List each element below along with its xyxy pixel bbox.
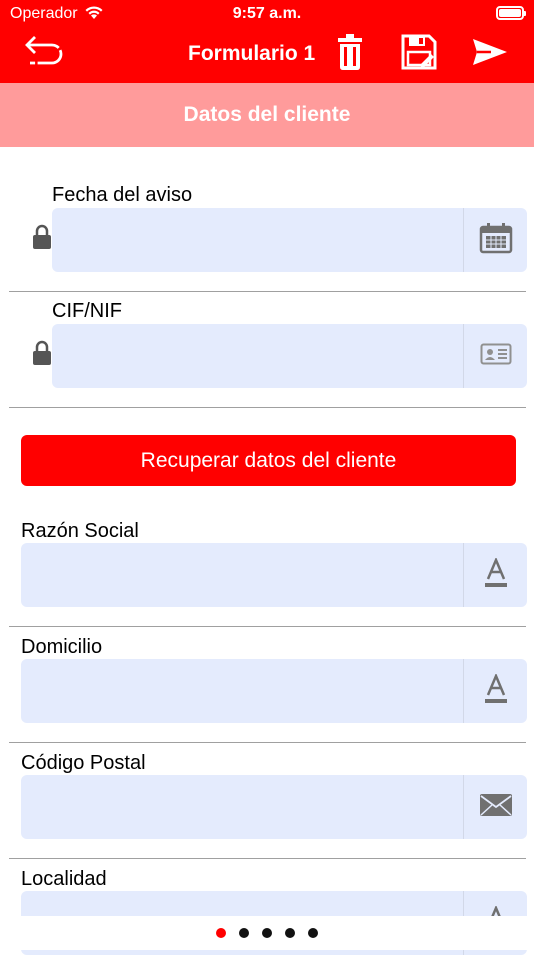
separator bbox=[9, 742, 526, 743]
separator bbox=[9, 291, 526, 292]
calendar-icon bbox=[479, 222, 513, 259]
section-header: Datos del cliente bbox=[0, 83, 534, 147]
top-bar: Operador 9:57 a.m. Formulario 1 bbox=[0, 0, 534, 83]
page-dot[interactable] bbox=[239, 928, 249, 938]
postal-code-button[interactable] bbox=[463, 775, 527, 839]
page-indicator[interactable] bbox=[0, 928, 534, 938]
lock-icon bbox=[32, 224, 52, 255]
save-icon bbox=[401, 34, 437, 75]
localidad-label: Localidad bbox=[21, 868, 107, 890]
cif-label: CIF/NIF bbox=[52, 300, 122, 322]
text-format-icon bbox=[484, 556, 508, 593]
envelope-icon bbox=[479, 793, 513, 822]
lock-icon bbox=[32, 340, 52, 371]
save-button[interactable] bbox=[397, 34, 441, 74]
separator bbox=[9, 858, 526, 859]
date-picker-button[interactable] bbox=[463, 208, 527, 272]
page-dot[interactable] bbox=[285, 928, 295, 938]
trash-icon bbox=[335, 33, 365, 76]
page-dot[interactable] bbox=[216, 928, 226, 938]
page-dot[interactable] bbox=[308, 928, 318, 938]
separator bbox=[9, 626, 526, 627]
fecha-label: Fecha del aviso bbox=[52, 184, 193, 206]
delete-button[interactable] bbox=[328, 33, 372, 76]
domicilio-input[interactable] bbox=[21, 659, 464, 723]
back-icon bbox=[22, 34, 66, 75]
page-title: Formulario 1 bbox=[188, 42, 316, 65]
text-format-button[interactable] bbox=[463, 543, 527, 607]
navbar: Formulario 1 bbox=[0, 28, 534, 83]
clock: 9:57 a.m. bbox=[232, 5, 302, 22]
send-button[interactable] bbox=[468, 34, 512, 74]
text-format-icon bbox=[484, 672, 508, 709]
id-card-button[interactable] bbox=[463, 324, 527, 388]
razon-social-input[interactable] bbox=[21, 543, 464, 607]
recuperar-datos-label: Recuperar datos del cliente bbox=[140, 448, 397, 472]
id-card-icon bbox=[480, 343, 512, 370]
page-dot[interactable] bbox=[262, 928, 272, 938]
status-bar: Operador 9:57 a.m. bbox=[0, 0, 534, 28]
text-format-button[interactable] bbox=[463, 659, 527, 723]
codigo-postal-label: Código Postal bbox=[21, 752, 146, 774]
section-title: Datos del cliente bbox=[183, 103, 351, 126]
send-icon bbox=[471, 37, 509, 72]
recuperar-datos-button[interactable]: Recuperar datos del cliente bbox=[21, 435, 516, 486]
codigo-postal-input[interactable] bbox=[21, 775, 464, 839]
fecha-input[interactable] bbox=[52, 208, 464, 272]
separator bbox=[9, 407, 526, 408]
domicilio-label: Domicilio bbox=[21, 636, 103, 658]
razon-social-label: Razón Social bbox=[21, 520, 139, 542]
cif-input[interactable] bbox=[52, 324, 464, 388]
battery-icon bbox=[496, 6, 526, 20]
back-button[interactable] bbox=[22, 34, 66, 74]
